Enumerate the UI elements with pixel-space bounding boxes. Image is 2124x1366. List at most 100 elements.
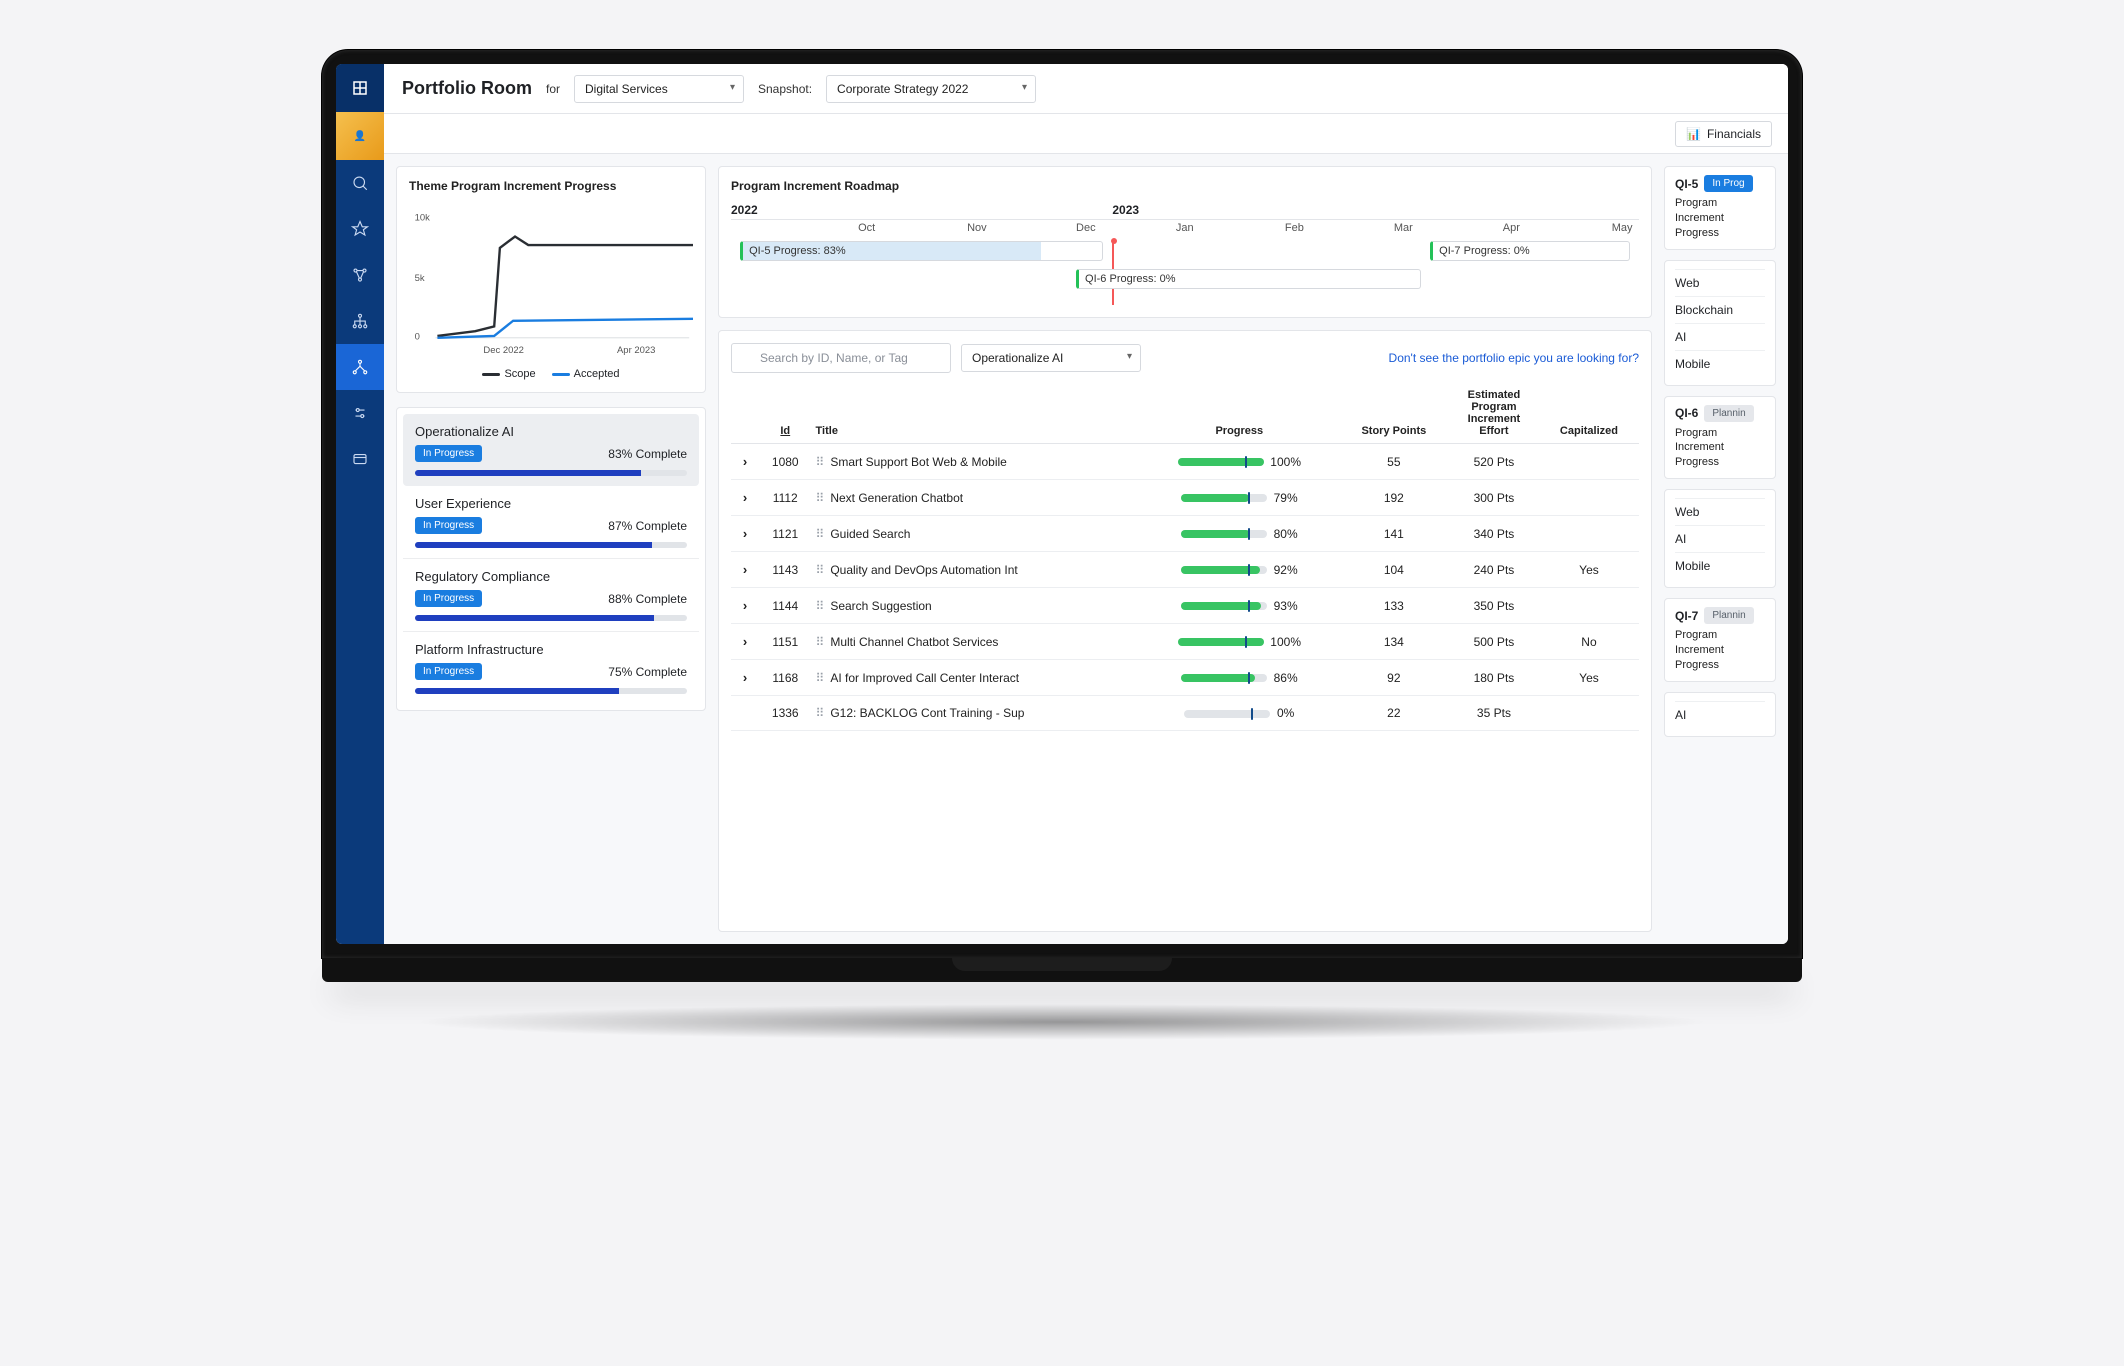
roadmap-panel: Program Increment Roadmap 2022 2023 OctN… [718,166,1652,318]
svg-text:Apr 2023: Apr 2023 [617,345,655,356]
qi-item[interactable]: AI [1675,525,1765,552]
expand-icon[interactable]: › [743,670,747,685]
roadmap-bar[interactable]: QI-6 Progress: 0% [1076,269,1421,289]
theme-name: Operationalize AI [415,424,514,439]
cell-id: 1080 [759,444,812,480]
qi-summary-card[interactable]: QI-6 Plannin Program Increment Progress [1664,396,1776,480]
drag-icon[interactable]: ⠿ [816,563,825,577]
theme-chart: 10k 5k 0 Dec 2022 Apr 2023 [409,201,693,361]
month-tick: Oct [858,222,875,234]
app-logo[interactable] [336,64,384,112]
theme-card[interactable]: Operationalize AI In Progress 83% Comple… [403,414,699,486]
theme-name: User Experience [415,496,511,511]
drag-icon[interactable]: ⠿ [816,671,825,685]
cell-id: 1336 [759,696,812,731]
qi-item[interactable]: Blockchain [1675,296,1765,323]
portfolio-dropdown[interactable]: Digital Services [574,75,744,103]
col-cap[interactable]: Capitalized [1539,383,1639,444]
table-row[interactable]: › 1168 ⠿AI for Improved Call Center Inte… [731,660,1639,696]
settings-icon[interactable] [336,390,384,436]
star-icon[interactable] [336,206,384,252]
expand-icon[interactable]: › [743,526,747,541]
drag-icon[interactable]: ⠿ [816,491,825,505]
col-id[interactable]: Id [759,383,812,444]
qi-item[interactable]: Mobile [1675,552,1765,579]
roadmap-bar[interactable]: QI-5 Progress: 83% [740,241,1103,261]
table-row[interactable]: 1336 ⠿G12: BACKLOG Cont Training - Sup 0… [731,696,1639,731]
cell-id: 1144 [759,588,812,624]
month-tick: Mar [1394,222,1413,234]
qi-item[interactable]: AI [1675,323,1765,350]
table-row[interactable]: › 1144 ⠿Search Suggestion 93% 133 350 Pt… [731,588,1639,624]
table-row[interactable]: › 1151 ⠿Multi Channel Chatbot Services 1… [731,624,1639,660]
status-badge: In Progress [415,517,482,534]
cell-sp: 192 [1339,480,1449,516]
cell-cap: Yes [1539,552,1639,588]
expand-icon[interactable]: › [743,490,747,505]
col-sp[interactable]: Story Points [1339,383,1449,444]
cell-sp: 141 [1339,516,1449,552]
expand-icon[interactable]: › [743,598,747,613]
network-icon[interactable] [336,252,384,298]
qi-item[interactable]: AI [1675,701,1765,728]
qi-item[interactable]: Web [1675,269,1765,296]
drag-icon[interactable]: ⠿ [816,455,825,469]
theme-name: Platform Infrastructure [415,642,544,657]
roadmap-bar[interactable]: QI-7 Progress: 0% [1430,241,1630,261]
row-progress [1181,566,1267,574]
left-column: Theme Program Increment Progress 10k 5k … [396,166,706,932]
for-label: for [546,82,560,96]
drag-icon[interactable]: ⠿ [816,706,825,720]
portfolio-icon[interactable] [336,344,384,390]
svg-text:5k: 5k [415,273,425,284]
snapshot-dropdown[interactable]: Corporate Strategy 2022 [826,75,1036,103]
cell-title: ⠿Multi Channel Chatbot Services [812,624,1140,660]
roadmap-years: 2022 2023 [731,201,1639,219]
qi-subtitle: Program Increment Progress [1675,426,1765,471]
drag-icon[interactable]: ⠿ [816,599,825,613]
theme-card[interactable]: Platform Infrastructure In Progress 75% … [403,631,699,704]
qi-summary-card[interactable]: QI-7 Plannin Program Increment Progress [1664,598,1776,682]
filter-dropdown[interactable]: Operationalize AI [961,344,1141,372]
card-icon[interactable] [336,436,384,482]
theme-card[interactable]: Regulatory Compliance In Progress 88% Co… [403,558,699,631]
theme-list-panel: Operationalize AI In Progress 83% Comple… [396,407,706,711]
hierarchy-icon[interactable] [336,298,384,344]
missing-epic-link[interactable]: Don't see the portfolio epic you are loo… [1389,351,1639,365]
qi-item[interactable]: Web [1675,498,1765,525]
expand-icon[interactable]: › [743,454,747,469]
drag-icon[interactable]: ⠿ [816,635,825,649]
cell-cap: No [1539,624,1639,660]
theme-name: Regulatory Compliance [415,569,550,584]
snapshot-label: Snapshot: [758,82,812,96]
financials-bar: 📊 Financials [384,114,1788,154]
progress-bar [415,615,687,621]
user-avatar[interactable]: 👤 [336,112,384,160]
col-effort[interactable]: Estimated Program Increment Effort [1449,383,1539,444]
cell-cap [1539,480,1639,516]
theme-card[interactable]: User Experience In Progress 87% Complete [403,486,699,558]
search-wrap: Search by ID, Name, or Tag [731,343,951,373]
cell-sp: 134 [1339,624,1449,660]
cell-sp: 22 [1339,696,1449,731]
search-input[interactable]: Search by ID, Name, or Tag [731,343,951,373]
col-title[interactable]: Title [812,383,1140,444]
financials-button[interactable]: 📊 Financials [1675,121,1772,147]
qi-label: QI-5 [1675,177,1698,191]
qi-summary-card[interactable]: QI-5 In Prog Program Increment Progress [1664,166,1776,250]
table-row[interactable]: › 1080 ⠿Smart Support Bot Web & Mobile 1… [731,444,1639,480]
expand-icon[interactable]: › [743,562,747,577]
col-progress[interactable]: Progress [1140,383,1339,444]
cell-effort: 240 Pts [1449,552,1539,588]
table-row[interactable]: › 1121 ⠿Guided Search 80% 141 340 Pts [731,516,1639,552]
table-row[interactable]: › 1143 ⠿Quality and DevOps Automation In… [731,552,1639,588]
drag-icon[interactable]: ⠿ [816,527,825,541]
search-icon[interactable] [336,160,384,206]
year-2023: 2023 [1112,201,1139,219]
epic-panel: Search by ID, Name, or Tag Operationaliz… [718,330,1652,932]
roadmap-track: QI-5 Progress: 83% QI-6 Progress: 0% QI-7 … [731,241,1639,305]
table-row[interactable]: › 1112 ⠿Next Generation Chatbot 79% 192 … [731,480,1639,516]
qi-item[interactable]: Mobile [1675,350,1765,377]
expand-icon[interactable]: › [743,634,747,649]
month-tick: Nov [967,222,987,234]
